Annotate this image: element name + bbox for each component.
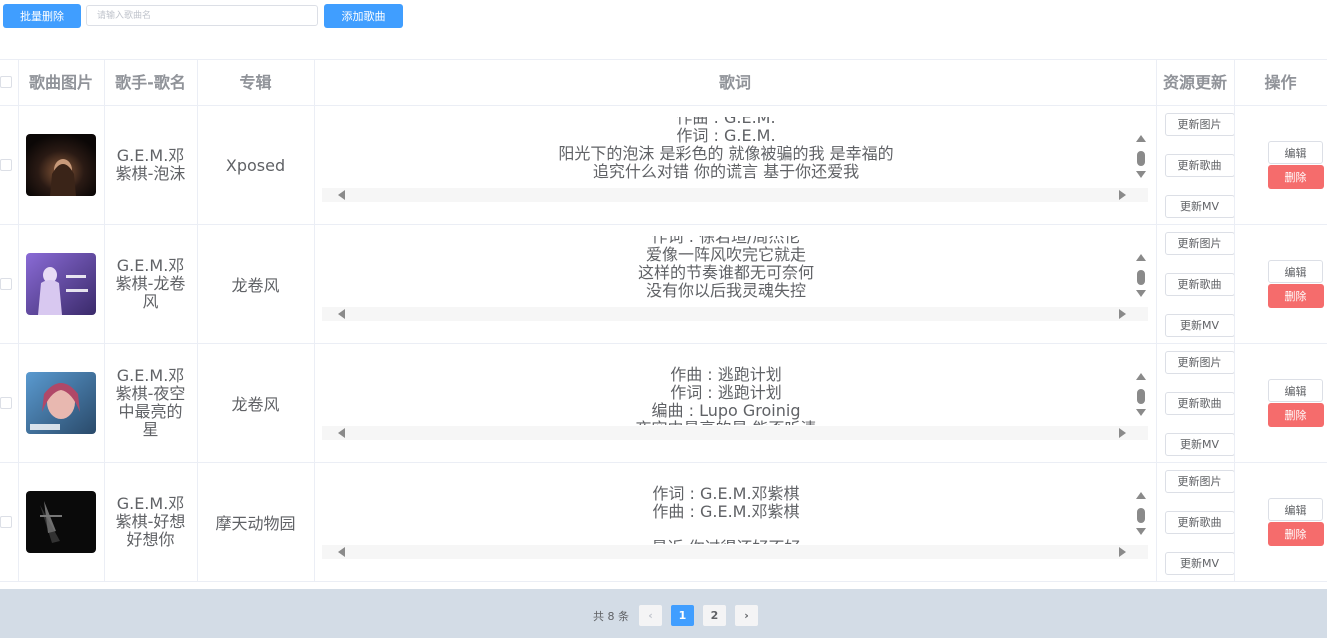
delete-button[interactable]: 删除: [1267, 403, 1324, 427]
toolbar: 批量删除 添加歌曲: [0, 0, 1327, 40]
add-song-button[interactable]: 添加歌曲: [324, 4, 403, 28]
album-name: Xposed: [197, 105, 315, 225]
header-resource-update: 资源更新: [1156, 60, 1235, 106]
update-mv-button[interactable]: 更新MV: [1164, 313, 1233, 337]
edit-button[interactable]: 编辑: [1268, 498, 1323, 521]
pagination: 共 8 条 ‹ 1 2 ›: [593, 605, 767, 626]
album-name: 龙卷风: [197, 343, 315, 463]
artist-song-name: G.E.M.邓紫棋-龙卷风: [104, 224, 198, 344]
scroll-up-icon: [1136, 492, 1146, 499]
update-song-button[interactable]: 更新歌曲: [1164, 510, 1233, 534]
artist-song-name: G.E.M.邓紫棋-泡沫: [104, 105, 198, 225]
lyrics-text: 作曲 : G.E.M. 作词 : G.E.M. 阳光下的泡沫 是彩色的 就像被骗…: [558, 117, 894, 181]
lyrics-text: 作词 : G.E.M.邓紫棋 作曲 : G.E.M.邓紫棋 最近 你过得还好不好: [651, 484, 800, 545]
artist-song-name: G.E.M.邓紫棋-夜空中最亮的星: [104, 343, 198, 463]
row-checkbox[interactable]: [0, 396, 13, 409]
album-name: 龙卷风: [197, 224, 315, 344]
delete-button[interactable]: 删除: [1267, 522, 1324, 546]
scroll-up-icon: [1136, 254, 1146, 261]
row-checkbox[interactable]: [0, 277, 13, 290]
delete-button[interactable]: 删除: [1267, 284, 1324, 308]
lyrics-box[interactable]: 作词 : 徐若瑄/周杰伦 爱像一阵风吹完它就走 这样的节奏谁都无可奈何 没有你以…: [322, 236, 1148, 332]
scroll-down-icon: [1136, 409, 1146, 416]
horizontal-scrollbar[interactable]: [322, 426, 1148, 440]
batch-delete-button[interactable]: 批量删除: [3, 4, 81, 28]
horizontal-scrollbar[interactable]: [322, 545, 1148, 559]
update-song-button[interactable]: 更新歌曲: [1164, 272, 1233, 296]
scroll-down-icon: [1136, 528, 1146, 535]
scroll-left-icon: [338, 428, 345, 438]
pagination-bar: 共 8 条 ‹ 1 2 ›: [0, 589, 1327, 638]
table-row: G.E.M.邓紫棋-龙卷风 龙卷风 作词 : 徐若瑄/周杰伦 爱像一阵风吹完它就…: [0, 224, 1327, 344]
scroll-down-icon: [1136, 290, 1146, 297]
vertical-scrollbar[interactable]: [1134, 373, 1148, 433]
update-image-button[interactable]: 更新图片: [1164, 469, 1233, 493]
lyrics-text: 作词 : 徐若瑄/周杰伦 爱像一阵风吹完它就走 这样的节奏谁都无可奈何 没有你以…: [637, 236, 814, 300]
scroll-up-icon: [1136, 373, 1146, 380]
update-mv-button[interactable]: 更新MV: [1164, 432, 1233, 456]
select-all-checkbox[interactable]: [0, 75, 13, 88]
table-row: G.E.M.邓紫棋-好想好想你 摩天动物园 作词 : G.E.M.邓紫棋 作曲 …: [0, 462, 1327, 582]
header-artist-song: 歌手-歌名: [104, 60, 198, 106]
update-mv-button[interactable]: 更新MV: [1164, 194, 1233, 218]
edit-button[interactable]: 编辑: [1268, 141, 1323, 164]
scroll-right-icon: [1119, 428, 1126, 438]
update-song-button[interactable]: 更新歌曲: [1164, 153, 1233, 177]
update-song-button[interactable]: 更新歌曲: [1164, 391, 1233, 415]
update-image-button[interactable]: 更新图片: [1164, 112, 1233, 136]
row-checkbox[interactable]: [0, 158, 13, 171]
header-lyrics: 歌词: [314, 60, 1157, 106]
album-name: 摩天动物园: [197, 462, 315, 582]
table-row: G.E.M.邓紫棋-泡沫 Xposed 作曲 : G.E.M. 作词 : G.E…: [0, 105, 1327, 225]
delete-button[interactable]: 删除: [1267, 165, 1324, 189]
page-1-button[interactable]: 1: [671, 605, 694, 626]
header-album: 专辑: [197, 60, 315, 106]
row-checkbox[interactable]: [0, 515, 13, 528]
header-song-image: 歌曲图片: [18, 60, 105, 106]
scroll-right-icon: [1119, 547, 1126, 557]
edit-button[interactable]: 编辑: [1268, 260, 1323, 283]
header-actions: 操作: [1234, 60, 1327, 106]
artist-song-name: G.E.M.邓紫棋-好想好想你: [104, 462, 198, 582]
horizontal-scrollbar[interactable]: [322, 188, 1148, 202]
song-table: 歌曲图片 歌手-歌名 专辑 歌词 资源更新 操作 G.E.M.邓紫棋-泡沫 Xp…: [0, 59, 1327, 590]
next-page-button[interactable]: ›: [735, 605, 758, 626]
lyrics-box[interactable]: 作曲 : G.E.M. 作词 : G.E.M. 阳光下的泡沫 是彩色的 就像被骗…: [322, 117, 1148, 213]
header-select-all[interactable]: [0, 60, 19, 106]
scroll-left-icon: [338, 547, 345, 557]
scroll-left-icon: [338, 190, 345, 200]
total-count: 共 8 条: [593, 609, 629, 623]
edit-button[interactable]: 编辑: [1268, 379, 1323, 402]
scroll-right-icon: [1119, 309, 1126, 319]
table-header-row: 歌曲图片 歌手-歌名 专辑 歌词 资源更新 操作: [0, 60, 1327, 106]
lyrics-box[interactable]: 作词 : G.E.M.邓紫棋 作曲 : G.E.M.邓紫棋 最近 你过得还好不好: [322, 474, 1148, 570]
song-cover-image: [26, 491, 96, 553]
scroll-left-icon: [338, 309, 345, 319]
scroll-up-icon: [1136, 135, 1146, 142]
vertical-scrollbar[interactable]: [1134, 254, 1148, 314]
song-cover-image: [26, 372, 96, 434]
scroll-right-icon: [1119, 190, 1126, 200]
song-search-input[interactable]: [86, 5, 318, 26]
horizontal-scrollbar[interactable]: [322, 307, 1148, 321]
lyrics-text: 作曲 : 逃跑计划 作词 : 逃跑计划 编曲 : Lupo Groinig 夜空…: [635, 365, 816, 426]
vertical-scrollbar[interactable]: [1134, 492, 1148, 552]
update-mv-button[interactable]: 更新MV: [1164, 551, 1233, 575]
song-cover-image: [26, 253, 96, 315]
vertical-scrollbar[interactable]: [1134, 135, 1148, 195]
song-cover-image: [26, 134, 96, 196]
lyrics-box[interactable]: 作曲 : 逃跑计划 作词 : 逃跑计划 编曲 : Lupo Groinig 夜空…: [322, 355, 1148, 451]
table-row: G.E.M.邓紫棋-夜空中最亮的星 龙卷风 作曲 : 逃跑计划 作词 : 逃跑计…: [0, 343, 1327, 463]
update-image-button[interactable]: 更新图片: [1164, 231, 1233, 255]
page-2-button[interactable]: 2: [703, 605, 726, 626]
prev-page-button[interactable]: ‹: [639, 605, 662, 626]
update-image-button[interactable]: 更新图片: [1164, 350, 1233, 374]
scroll-down-icon: [1136, 171, 1146, 178]
